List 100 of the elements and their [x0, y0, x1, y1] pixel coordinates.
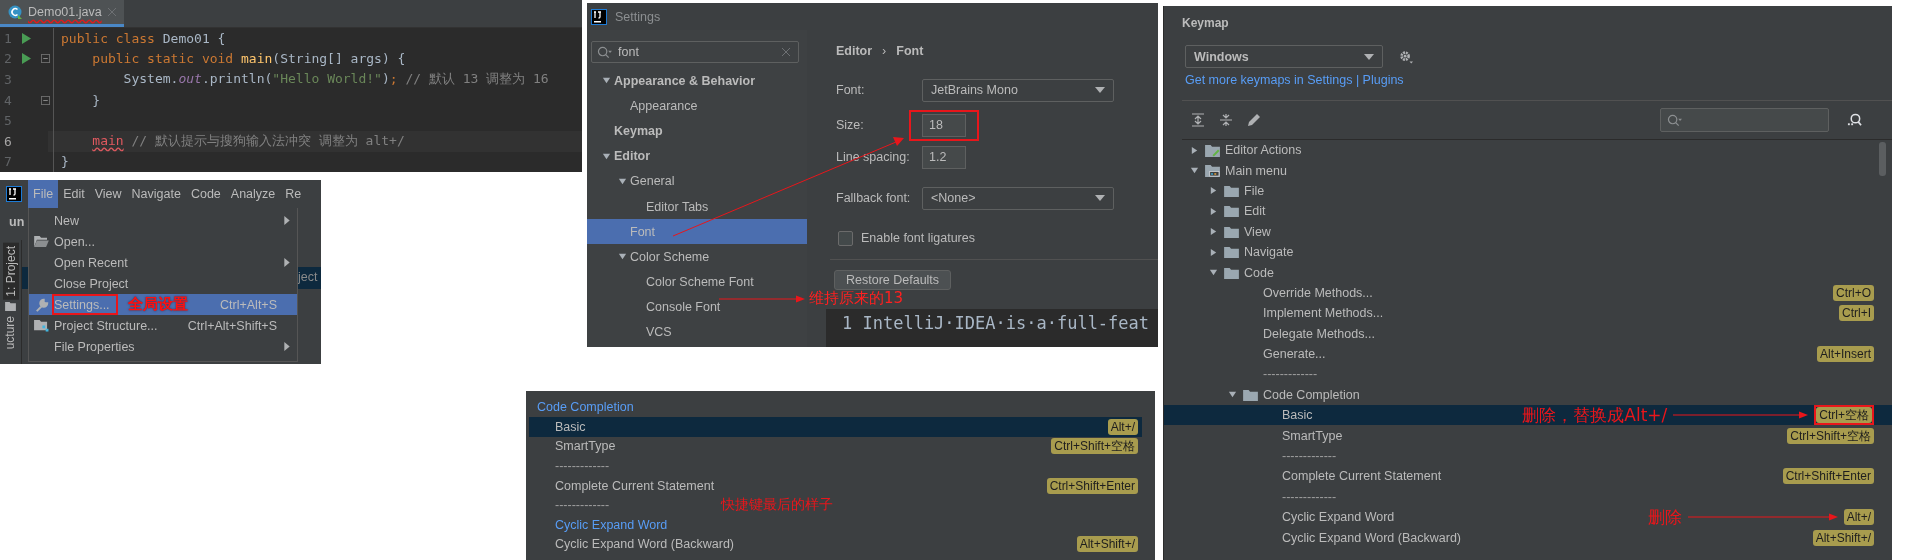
keymap-tree-item[interactable]: Implement Methods... Ctrl+I [1164, 303, 1892, 324]
expanded-arrow-icon[interactable] [618, 252, 627, 262]
shortcut-badge: Alt+/ [1843, 509, 1874, 526]
settings-tree-item[interactable]: Appearance & Behavior [587, 68, 807, 94]
keymap-tree-item[interactable]: SmartType Ctrl+Shift+空格 [1164, 425, 1892, 446]
settings-tree-item[interactable]: Editor [587, 143, 807, 169]
fallback-font-dropdown[interactable]: <None> [922, 186, 1114, 210]
collapsed-arrow-icon[interactable] [1209, 206, 1218, 216]
find-shortcut-icon[interactable] [1847, 112, 1862, 128]
settings-icon[interactable] [1399, 49, 1413, 64]
settings-tree-item[interactable]: Color Scheme Font [587, 269, 807, 295]
plugins-link[interactable]: Get more keymaps in Settings | Plugins [1185, 73, 1892, 87]
pencil-icon[interactable] [1247, 113, 1261, 127]
menu-bar-item[interactable]: Code [185, 180, 226, 208]
menu-item[interactable]: Close Project [29, 273, 297, 294]
keymap-tree-item[interactable]: Override Methods... Ctrl+O [1164, 282, 1892, 304]
keymap-tree-item[interactable]: Complete Current Statement Ctrl+Shift+Enter [1164, 466, 1892, 487]
menu-bar-item[interactable]: Edit [58, 180, 90, 208]
settings-tree-item[interactable]: Editor Tabs [587, 193, 807, 220]
collapsed-arrow-icon[interactable] [1209, 247, 1218, 257]
keymap-tree-item[interactable]: Cyclic Expand Word (Backward) Alt+Shift+/ [1164, 527, 1892, 548]
menu-item[interactable]: New [29, 210, 297, 231]
menu-bar-item[interactable]: Navigate [126, 180, 186, 208]
tree-group-label[interactable]: Code Completion [529, 397, 1142, 417]
collapsed-arrow-icon[interactable] [1209, 186, 1218, 196]
settings-tree-item[interactable]: Appearance [587, 93, 807, 119]
keymap-tree-item[interactable]: Code Completion [1164, 384, 1892, 406]
annotation-text: 全局设置 [127, 295, 188, 314]
restore-defaults-button[interactable]: Restore Defaults [834, 269, 952, 290]
collapsed-arrow-icon[interactable] [1209, 227, 1218, 237]
run-icon[interactable] [22, 32, 31, 44]
keymap-tree-item[interactable]: Edit [1164, 201, 1892, 222]
shortcut-badge: Alt+/ [1107, 418, 1138, 435]
folder-icon [34, 236, 49, 247]
folder-icon [1224, 184, 1239, 197]
annotation-text: 维持原来的13 [809, 289, 904, 307]
keymap-tree-item[interactable]: SmartType Ctrl+Shift+空格 [529, 436, 1142, 457]
keymap-tree-item[interactable]: Basic 删除，替换成Alt+/ Ctrl+空格 [1164, 405, 1892, 426]
breadcrumb-item: Font [896, 44, 924, 59]
shortcut-badge: Ctrl+O [1833, 284, 1874, 301]
expand-all-icon[interactable] [1191, 113, 1205, 127]
expanded-arrow-icon[interactable] [618, 176, 627, 186]
menu-item[interactable]: Open Recent [29, 252, 297, 273]
keymap-tree-item[interactable]: Code [1164, 262, 1892, 283]
keymap-tree-item[interactable]: Cyclic Expand Word 删除 Alt+/ [1164, 507, 1892, 528]
menu-bar-item[interactable]: View [89, 180, 127, 208]
run-icon[interactable] [22, 53, 31, 65]
tool-window-tab[interactable]: 1: Project [3, 243, 19, 300]
expanded-arrow-icon[interactable] [1209, 268, 1218, 278]
keymap-tree-item[interactable]: Navigate [1164, 241, 1892, 263]
scrollbar-thumb[interactable] [1879, 142, 1886, 176]
collapse-all-icon[interactable] [1219, 113, 1233, 127]
keymap-tree-item[interactable]: Complete Current Statement Ctrl+Shift+Enter [529, 475, 1142, 496]
search-field[interactable]: font [591, 41, 799, 63]
settings-tree-item[interactable]: General [587, 168, 807, 194]
breadcrumb-item[interactable]: Editor [836, 44, 873, 59]
folder-menu-icon [1205, 164, 1220, 178]
font-preview: 1 IntelliJ·IDEA·is·a·full-feat [826, 308, 1158, 347]
tool-window-tab[interactable]: ucture [3, 316, 17, 350]
expanded-arrow-icon[interactable] [1228, 390, 1237, 400]
settings-tree-item[interactable]: Keymap [587, 118, 807, 144]
search-field[interactable] [1660, 108, 1829, 132]
fold-icon[interactable] [41, 95, 50, 105]
settings-tree-item[interactable]: Color Scheme [587, 244, 807, 270]
line-number: 2 [3, 51, 13, 67]
annotation-text: 删除，替换成Alt+/ [1522, 403, 1668, 427]
menu-item[interactable]: Project Structure... Ctrl+Alt+Shift+S [29, 315, 297, 336]
keymap-tree-item[interactable]: Cyclic Expand Word (Backward) Alt+Shift+/ [529, 534, 1142, 555]
size-field[interactable]: 18 [922, 113, 966, 137]
expanded-arrow-icon[interactable] [1190, 166, 1199, 176]
checkbox[interactable] [838, 230, 853, 246]
menu-bar-item[interactable]: Analyze [225, 180, 281, 208]
editor-tab[interactable]: Demo01.java [0, 0, 124, 27]
line-number: 6 [3, 133, 13, 149]
keymap-tree-item[interactable]: Editor Actions [1164, 140, 1892, 161]
line-number: 1 [3, 30, 13, 46]
keymap-tree-item[interactable]: File [1164, 180, 1892, 202]
menu-item[interactable]: Open... [29, 231, 297, 252]
menu-bar-item[interactable]: Re [280, 180, 307, 208]
expanded-arrow-icon[interactable] [602, 151, 611, 161]
collapsed-arrow-icon[interactable] [1190, 145, 1199, 155]
keymap-tree-item[interactable]: Main menu [1164, 160, 1892, 181]
keymap-tree-item[interactable]: Generate... Alt+Insert [1164, 343, 1892, 365]
app-logo-icon [591, 8, 607, 25]
settings-tree-item[interactable]: Console Font [587, 294, 807, 320]
keymap-tree-item[interactable]: Cyclic Expand Word [529, 514, 1142, 535]
folder-icon [1224, 266, 1239, 279]
menu-item[interactable]: File Properties [29, 336, 297, 357]
fold-icon[interactable] [41, 54, 50, 64]
keymap-dropdown[interactable]: Windows [1185, 45, 1383, 68]
font-dropdown[interactable]: JetBrains Mono [922, 78, 1114, 102]
code-line: } [60, 154, 69, 170]
code-line: } [91, 92, 101, 108]
keymap-tree-item[interactable]: Delegate Methods... [1164, 323, 1892, 344]
keymap-tree-item[interactable]: Basic Alt+/ [529, 417, 1142, 437]
expanded-arrow-icon[interactable] [602, 76, 611, 86]
panel-title: Keymap [1182, 16, 1230, 30]
line-spacing-field[interactable]: 1.2 [922, 145, 966, 169]
settings-tree-item[interactable]: VCS [587, 319, 807, 346]
keymap-tree-item[interactable]: View [1164, 221, 1892, 242]
